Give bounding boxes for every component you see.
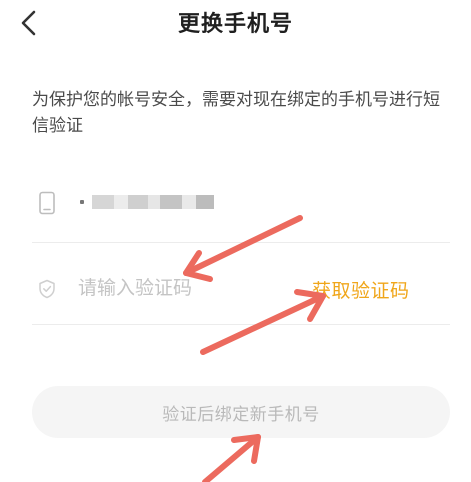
phone-number-obscured (80, 191, 214, 213)
verification-code-row: 获取验证码 (32, 256, 450, 325)
phone-icon (39, 191, 55, 215)
page-title: 更换手机号 (177, 12, 293, 37)
verification-description: 为保护您的帐号安全，需要对现在绑定的手机号进行短信验证 (32, 90, 440, 136)
bind-new-phone-button[interactable]: 验证后绑定新手机号 (32, 386, 450, 438)
shield-check-icon (39, 279, 55, 299)
header-bar: 更换手机号 (0, 0, 471, 46)
get-code-button[interactable]: 获取验证码 (312, 276, 410, 303)
verification-code-input[interactable] (78, 270, 298, 306)
arrow-annotation (202, 434, 261, 482)
current-phone-row (32, 178, 450, 243)
